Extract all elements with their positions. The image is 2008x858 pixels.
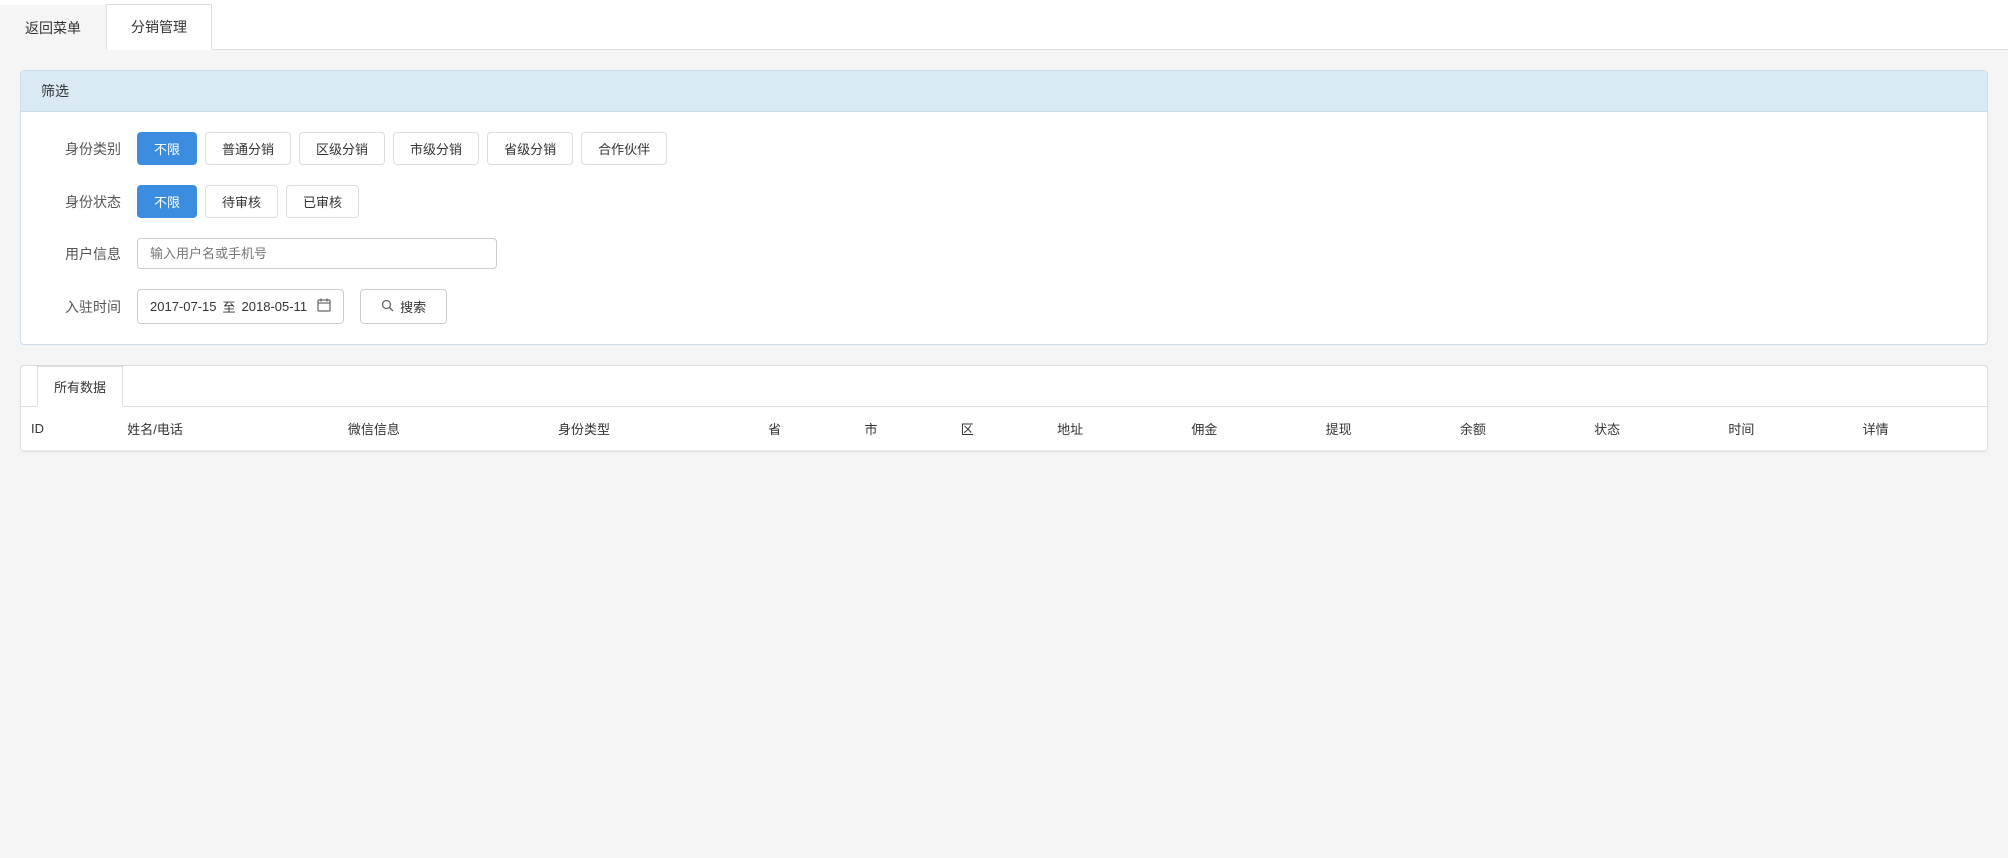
identity-type-btn-city[interactable]: 市级分销 (393, 132, 479, 165)
data-table: ID 姓名/电话 微信信息 身份类型 省 市 区 地址 佣金 提现 余额 状态 … (21, 407, 1987, 451)
filter-row-user-info: 用户信息 (41, 238, 1967, 269)
search-icon (381, 299, 394, 315)
col-commission: 佣金 (1181, 407, 1315, 451)
col-status: 状态 (1584, 407, 1718, 451)
col-district: 区 (951, 407, 1047, 451)
identity-type-btn-normal[interactable]: 普通分销 (205, 132, 291, 165)
identity-type-options: 不限 普通分销 区级分销 市级分销 省级分销 合作伙伴 (137, 132, 667, 165)
data-tab-all[interactable]: 所有数据 (37, 366, 123, 407)
tab-back[interactable]: 返回菜单 (0, 5, 106, 50)
table-header-row: ID 姓名/电话 微信信息 身份类型 省 市 区 地址 佣金 提现 余额 状态 … (21, 407, 1987, 451)
tab-bar: 返回菜单 分销管理 (0, 0, 2008, 50)
filter-row-join-time: 入驻时间 2017-07-15 至 2018-05-11 (41, 289, 1967, 324)
search-button-label: 搜索 (400, 297, 426, 316)
col-balance: 余额 (1450, 407, 1584, 451)
identity-type-btn-province[interactable]: 省级分销 (487, 132, 573, 165)
search-button[interactable]: 搜索 (360, 289, 447, 324)
calendar-icon (317, 298, 331, 315)
filter-panel: 筛选 身份类别 不限 普通分销 区级分销 市级分销 省级分销 合作伙伴 身份状态… (20, 70, 1988, 345)
main-content: 筛选 身份类别 不限 普通分销 区级分销 市级分销 省级分销 合作伙伴 身份状态… (0, 50, 2008, 472)
col-name-phone: 姓名/电话 (117, 407, 338, 451)
filter-header: 筛选 (21, 71, 1987, 112)
identity-status-btn-unlimited[interactable]: 不限 (137, 185, 197, 218)
join-time-label: 入驻时间 (41, 297, 121, 317)
col-province: 省 (758, 407, 854, 451)
filter-row-identity-type: 身份类别 不限 普通分销 区级分销 市级分销 省级分销 合作伙伴 (41, 132, 1967, 165)
identity-type-btn-unlimited[interactable]: 不限 (137, 132, 197, 165)
tab-distribution[interactable]: 分销管理 (106, 4, 212, 50)
identity-status-btn-pending[interactable]: 待审核 (205, 185, 278, 218)
col-withdraw: 提现 (1316, 407, 1450, 451)
col-address: 地址 (1047, 407, 1181, 451)
identity-type-btn-district[interactable]: 区级分销 (299, 132, 385, 165)
col-time: 时间 (1718, 407, 1852, 451)
identity-status-label: 身份状态 (41, 192, 121, 212)
user-info-label: 用户信息 (41, 244, 121, 264)
identity-status-options: 不限 待审核 已审核 (137, 185, 359, 218)
date-from: 2017-07-15 (150, 299, 217, 314)
date-range-picker[interactable]: 2017-07-15 至 2018-05-11 (137, 289, 344, 324)
col-id: ID (21, 407, 117, 451)
col-detail: 详情 (1853, 407, 1987, 451)
col-wechat: 微信信息 (338, 407, 548, 451)
date-separator: 至 (223, 297, 236, 316)
col-identity-type: 身份类型 (548, 407, 758, 451)
date-to: 2018-05-11 (242, 299, 308, 314)
identity-type-btn-partner[interactable]: 合作伙伴 (581, 132, 667, 165)
identity-type-label: 身份类别 (41, 139, 121, 159)
data-tabs: 所有数据 (21, 366, 1987, 407)
user-info-input[interactable] (137, 238, 497, 269)
identity-status-btn-approved[interactable]: 已审核 (286, 185, 359, 218)
col-city: 市 (854, 407, 950, 451)
filter-row-identity-status: 身份状态 不限 待审核 已审核 (41, 185, 1967, 218)
data-section: 所有数据 ID 姓名/电话 微信信息 身份类型 省 市 区 地址 佣金 提现 余… (20, 365, 1988, 452)
filter-body: 身份类别 不限 普通分销 区级分销 市级分销 省级分销 合作伙伴 身份状态 不限… (21, 112, 1987, 344)
